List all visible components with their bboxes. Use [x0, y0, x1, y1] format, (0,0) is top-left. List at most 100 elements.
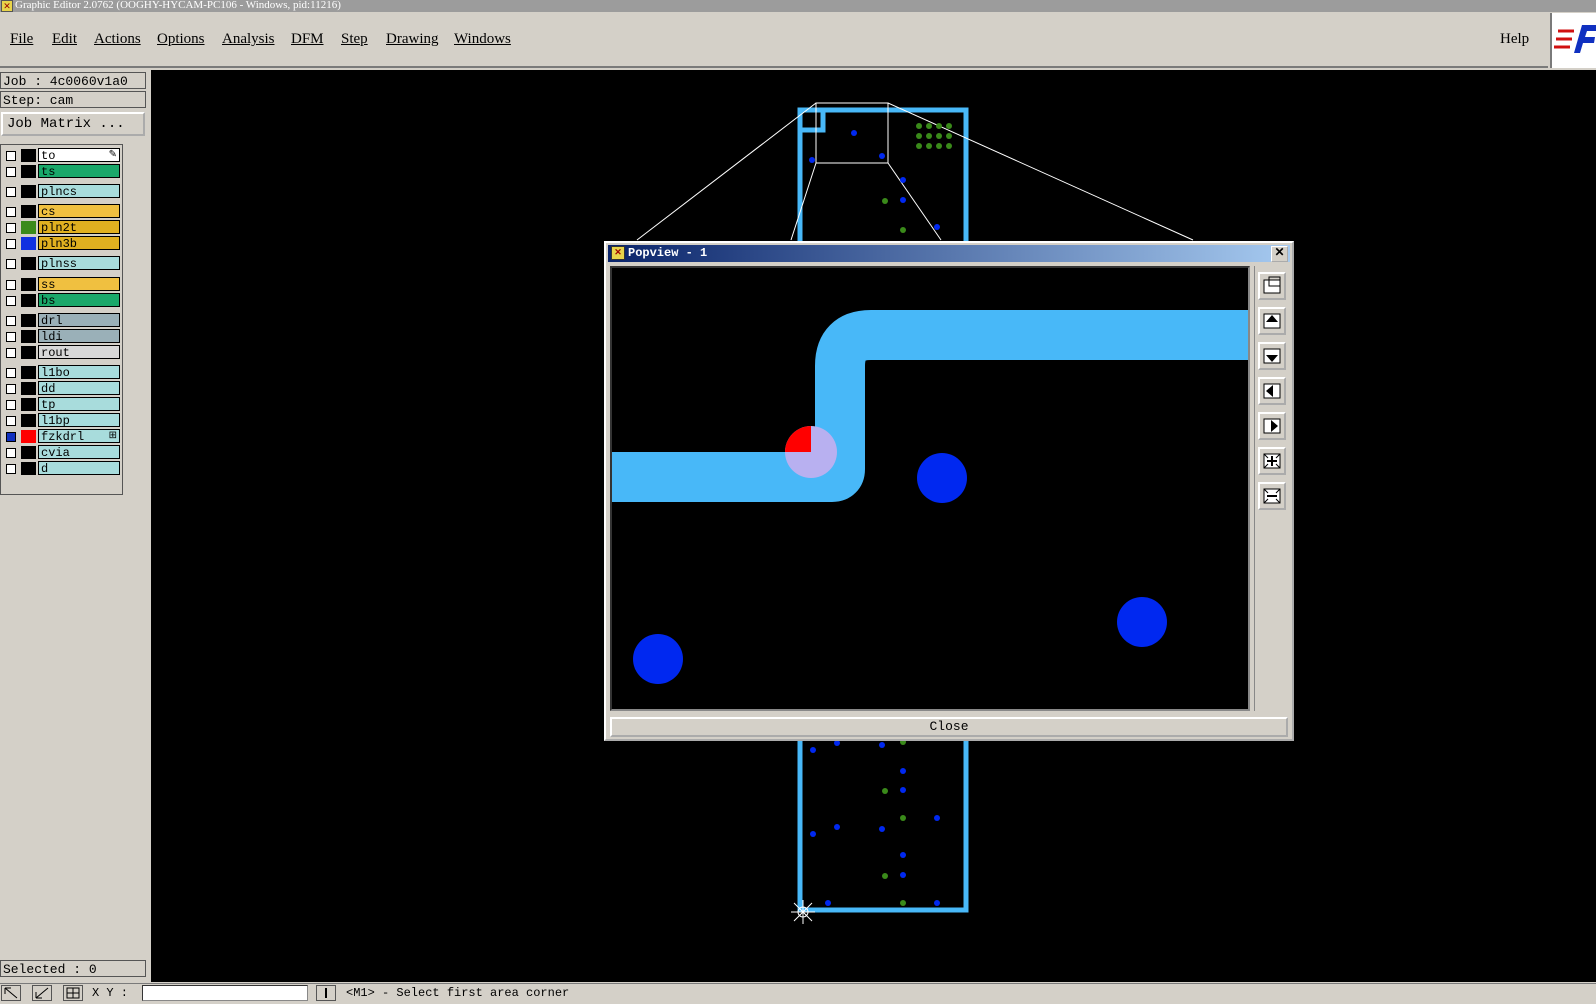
grid-tool-button[interactable] [63, 985, 83, 1001]
layer-name[interactable]: d [38, 461, 120, 475]
layer-row-l1bo[interactable]: l1bo [3, 365, 120, 380]
layer-checkbox[interactable] [6, 448, 16, 458]
layer-checkbox[interactable] [6, 348, 16, 358]
menu-edit[interactable]: Edit [52, 31, 77, 48]
layer-checkbox[interactable] [6, 280, 16, 290]
layer-name[interactable]: rout [38, 345, 120, 359]
layer-checkbox[interactable] [6, 239, 16, 249]
layer-checkbox[interactable] [6, 296, 16, 306]
layer-checkbox[interactable] [6, 187, 16, 197]
layer-checkbox[interactable] [6, 368, 16, 378]
layer-checkbox[interactable] [6, 416, 16, 426]
layer-row-d[interactable]: d [3, 461, 120, 476]
layer-name[interactable]: ts [38, 164, 120, 178]
zoom-out-icon [1263, 488, 1281, 504]
layer-checkbox[interactable] [6, 400, 16, 410]
layer-checkbox[interactable] [6, 223, 16, 233]
menu-actions[interactable]: Actions [94, 31, 141, 48]
layer-name[interactable]: l1bo [38, 365, 120, 379]
menu-windows[interactable]: Windows [454, 31, 511, 48]
layer-checkbox[interactable] [6, 259, 16, 269]
pan-up-button[interactable] [1258, 307, 1286, 335]
layer-checkbox[interactable] [6, 332, 16, 342]
layer-label: pln3b [41, 237, 78, 250]
menu-drawing[interactable]: Drawing [386, 31, 439, 48]
layer-row-l1bp[interactable]: l1bp [3, 413, 120, 428]
layer-checkbox[interactable] [6, 464, 16, 474]
layer-row-pln3b[interactable]: pln3b [3, 236, 120, 251]
layer-name[interactable]: ldi [38, 329, 120, 343]
layer-row-ldi[interactable]: ldi [3, 329, 120, 344]
layer-row-fzkdrl[interactable]: fzkdrl ⊞ [3, 429, 120, 444]
zoom-window-button[interactable] [1258, 272, 1286, 300]
layer-row-drl[interactable]: drl [3, 313, 120, 328]
layer-name[interactable]: plnss [38, 256, 120, 270]
layer-name[interactable]: drl [38, 313, 120, 327]
layer-checkbox[interactable] [6, 151, 16, 161]
layer-name[interactable]: bs [38, 293, 120, 307]
layer-label: plncs [41, 185, 78, 198]
layer-name[interactable]: l1bp [38, 413, 120, 427]
layer-row-tp[interactable]: tp [3, 397, 120, 412]
layer-name[interactable]: to ✎ [38, 148, 120, 162]
layer-row-to[interactable]: to ✎ [3, 148, 120, 163]
menu-dfm[interactable]: DFM [291, 31, 324, 48]
layer-checkbox[interactable] [6, 432, 16, 442]
close-button[interactable]: Close [610, 717, 1288, 737]
popview-canvas[interactable] [610, 266, 1250, 711]
pan-down-button[interactable] [1258, 342, 1286, 370]
layer-name[interactable]: fzkdrl ⊞ [38, 429, 120, 443]
layer-label: plnss [41, 257, 78, 270]
origin-marker [791, 900, 815, 924]
layer-row-bs[interactable]: bs [3, 293, 120, 308]
layer-row-ss[interactable]: ss [3, 277, 120, 292]
work-layer-icon: ✎ [108, 150, 117, 161]
layer-row-plnss[interactable]: plnss [3, 256, 120, 271]
select-tool-button[interactable] [1, 985, 21, 1001]
menu-file[interactable]: File [10, 31, 33, 48]
measure-tool-button[interactable] [32, 985, 52, 1001]
pan-right-button[interactable] [1258, 412, 1286, 440]
popview-zoom-view [612, 310, 1248, 684]
layer-label: fzkdrl [41, 430, 85, 443]
menu-analysis[interactable]: Analysis [222, 31, 275, 48]
layer-row-dd[interactable]: dd [3, 381, 120, 396]
layer-row-rout[interactable]: rout [3, 345, 120, 360]
layer-name[interactable]: pln3b [38, 236, 120, 250]
trace-path [612, 310, 1248, 502]
layer-row-pln2t[interactable]: pln2t [3, 220, 120, 235]
layer-checkbox[interactable] [6, 167, 16, 177]
layer-label: tp [41, 398, 56, 411]
menu-step[interactable]: Step [341, 31, 368, 48]
layer-row-ts[interactable]: ts [3, 164, 120, 179]
layer-label: d [41, 462, 49, 475]
layer-list: to ✎ ts plncs cs pln2t pln3b plnss ss bs drl ldi rou… [0, 144, 123, 495]
layer-row-plncs[interactable]: plncs [3, 184, 120, 199]
layer-row-cs[interactable]: cs [3, 204, 120, 219]
layer-checkbox[interactable] [6, 207, 16, 217]
xy-input[interactable] [142, 985, 308, 1001]
layer-name[interactable]: pln2t [38, 220, 120, 234]
layer-color-swatch [21, 430, 36, 443]
popview-title-bar[interactable]: ✕ Popview - 1 ✕ [608, 245, 1290, 262]
job-name: Job : 4c0060v1a0 [0, 72, 146, 89]
menu-help[interactable]: Help [1500, 31, 1529, 48]
snap-toggle-button[interactable] [316, 985, 336, 1001]
layer-name[interactable]: ss [38, 277, 120, 291]
close-icon[interactable]: ✕ [1271, 246, 1288, 262]
layer-name[interactable]: plncs [38, 184, 120, 198]
layer-name[interactable]: tp [38, 397, 120, 411]
zoom-out-button[interactable] [1258, 482, 1286, 510]
job-matrix-button[interactable]: Job Matrix ... [1, 112, 145, 136]
layer-label: rout [41, 346, 70, 359]
layer-name[interactable]: dd [38, 381, 120, 395]
layer-row-cvia[interactable]: cvia [3, 445, 120, 460]
pan-left-button[interactable] [1258, 377, 1286, 405]
layer-color-swatch [21, 366, 36, 379]
layer-name[interactable]: cs [38, 204, 120, 218]
layer-name[interactable]: cvia [38, 445, 120, 459]
zoom-in-button[interactable] [1258, 447, 1286, 475]
menu-options[interactable]: Options [157, 31, 205, 48]
layer-checkbox[interactable] [6, 384, 16, 394]
layer-checkbox[interactable] [6, 316, 16, 326]
